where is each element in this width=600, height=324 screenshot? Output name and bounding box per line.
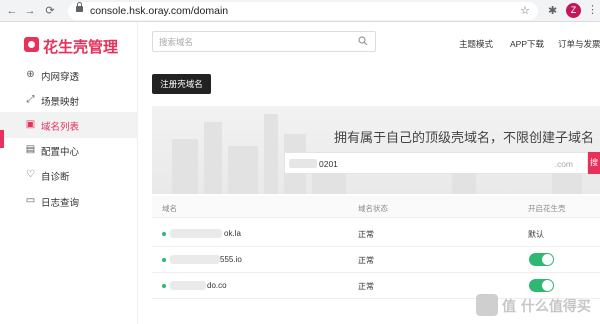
sidebar-item-label: 日志查询 <box>41 198 80 209</box>
status-dot <box>162 232 166 236</box>
orders-invoices-link[interactable]: 订单与发票 <box>558 38 600 50</box>
sidebar-item-domain-list[interactable]: ▣ 域名列表 <box>0 112 138 138</box>
sidebar-item-label: 配置中心 <box>41 147 80 158</box>
sidebar-item-intranet[interactable]: ⊕ 内网穿透 <box>0 62 138 88</box>
table-header: 域名 域名状态 开启花生壳 <box>152 196 600 218</box>
skyline-building <box>204 122 222 194</box>
column-header-enable: 开启花生壳 <box>528 204 566 213</box>
sidebar-item-scene-mapping[interactable]: ⤢ 场景映射 <box>0 87 138 113</box>
app-download-link[interactable]: APP下载 <box>510 38 544 50</box>
watermark-logo <box>476 294 498 316</box>
redacted-text <box>170 281 206 290</box>
domain-search <box>152 31 376 52</box>
address-bar[interactable]: console.hsk.oray.com/domain ☆ <box>68 2 538 20</box>
domain-input-value[interactable]: 0201 <box>319 159 338 169</box>
bookmark-star-icon[interactable]: ☆ <box>520 4 530 17</box>
profile-avatar[interactable]: Z <box>566 3 581 18</box>
forward-icon[interactable]: → <box>22 3 38 19</box>
domain-register-field[interactable]: 0201 .com <box>284 152 588 174</box>
extensions-icon[interactable]: ✱ <box>548 4 557 17</box>
logo-icon <box>24 37 39 52</box>
domain-name[interactable]: 555.io <box>220 255 242 264</box>
watermark-text: 值 什么值得买 <box>502 299 591 315</box>
register-domain-button[interactable]: 注册壳域名 <box>152 74 211 94</box>
redacted-text <box>170 229 222 238</box>
domain-name[interactable]: ok.la <box>224 229 241 238</box>
logo-text: 花生壳管理 <box>43 38 119 56</box>
browser-menu-icon[interactable]: ⋮ <box>587 3 598 16</box>
banner-title: 拥有属于自己的顶级壳域名，不限创建子域名 <box>334 131 595 146</box>
table-row[interactable]: 555.io 正常 <box>152 247 600 273</box>
enable-toggle[interactable] <box>529 253 554 266</box>
column-header-domain: 域名 <box>162 204 177 213</box>
default-label: 默认 <box>528 230 544 239</box>
sidebar-item-label: 域名列表 <box>41 122 80 133</box>
skyline-building <box>264 114 278 194</box>
domain-list-icon: ▣ <box>25 119 36 130</box>
domain-status: 正常 <box>358 256 374 265</box>
column-header-status: 域名状态 <box>358 204 388 213</box>
back-icon[interactable]: ← <box>4 3 20 19</box>
sidebar-item-config-center[interactable]: ▤ 配置中心 <box>0 137 138 163</box>
search-icon[interactable] <box>358 36 368 46</box>
url-text[interactable]: console.hsk.oray.com/domain <box>90 5 228 17</box>
domain-search-button[interactable]: 搜 <box>588 152 600 174</box>
domain-status: 正常 <box>358 230 374 239</box>
log-icon: ▭ <box>25 195 36 206</box>
status-dot <box>162 284 166 288</box>
enable-toggle[interactable] <box>529 279 554 292</box>
reload-icon[interactable]: ⟳ <box>42 3 58 19</box>
search-input[interactable] <box>159 35 349 49</box>
sidebar-item-label: 内网穿透 <box>41 72 80 83</box>
sidebar-item-self-diagnosis[interactable]: ♡ 自诊断 <box>0 162 138 188</box>
promo-banner <box>152 106 600 194</box>
browser-toolbar: ← → ⟳ console.hsk.oray.com/domain ☆ ✱ Z … <box>0 0 600 22</box>
lock-icon <box>76 2 83 12</box>
config-icon: ▤ <box>25 144 36 155</box>
domain-name[interactable]: do.co <box>207 281 227 290</box>
redacted-text <box>170 255 220 264</box>
skyline-building <box>172 139 198 194</box>
domain-status: 正常 <box>358 282 374 291</box>
status-dot <box>162 258 166 262</box>
sidebar: 花生壳管理 ⊕ 内网穿透 ⤢ 场景映射 ▣ 域名列表 ▤ 配置中心 ♡ 自诊断 … <box>0 22 138 324</box>
sidebar-item-label: 自诊断 <box>41 172 70 183</box>
heartbeat-icon: ♡ <box>26 169 35 180</box>
mapping-icon: ⤢ <box>26 94 35 105</box>
table-row[interactable]: ok.la 正常 默认 <box>152 221 600 247</box>
domain-suffix: .com <box>554 159 573 169</box>
sidebar-item-log-query[interactable]: ▭ 日志查询 <box>0 188 138 214</box>
globe-icon: ⊕ <box>26 69 35 80</box>
redacted-text <box>289 159 317 168</box>
page-edge-marker <box>0 130 4 148</box>
theme-mode-link[interactable]: 主题模式 <box>459 38 493 50</box>
skyline-building <box>228 146 258 194</box>
sidebar-item-label: 场景映射 <box>41 97 80 108</box>
